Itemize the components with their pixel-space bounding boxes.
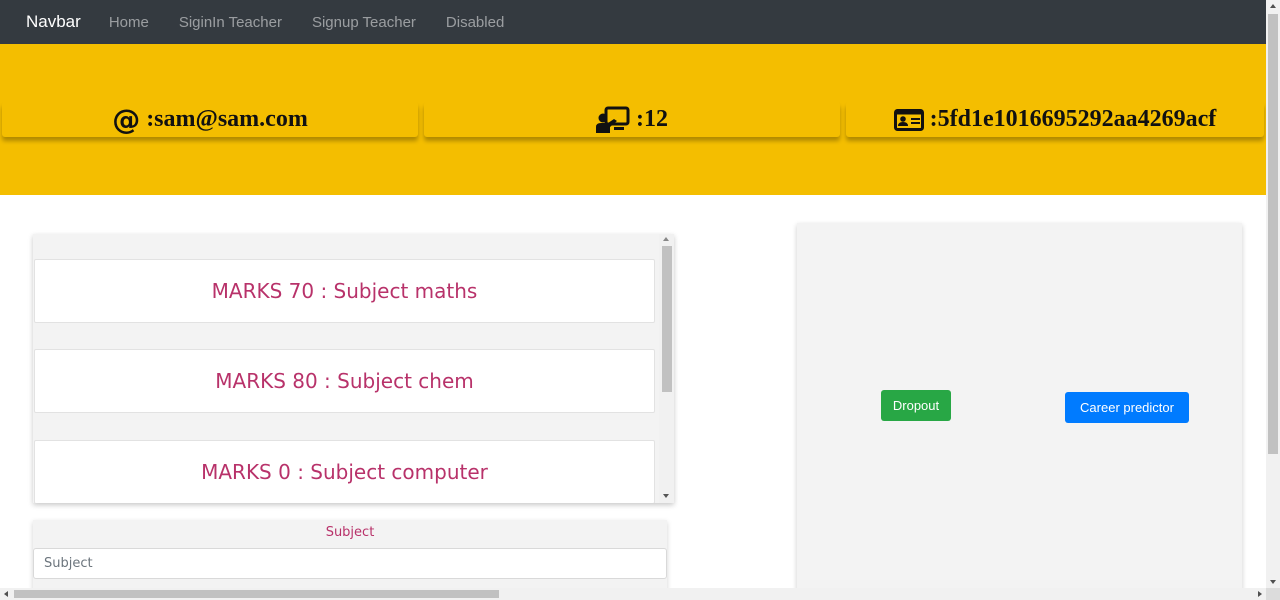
scroll-right-arrow-icon[interactable]	[1258, 591, 1262, 597]
nav-link-home[interactable]: Home	[109, 14, 149, 31]
action-panel: Dropout Career predictor	[797, 223, 1242, 588]
marks-item-text: MARKS 0 : Subject computer	[201, 460, 488, 484]
marks-item-computer[interactable]: MARKS 0 : Subject computer	[34, 440, 655, 503]
subject-input[interactable]	[33, 548, 667, 579]
scroll-up-arrow-icon[interactable]	[663, 237, 669, 241]
window-horizontal-scrollbar[interactable]	[0, 588, 1266, 600]
scroll-down-arrow-icon[interactable]	[1270, 580, 1276, 584]
marks-item-text: MARKS 80 : Subject chem	[215, 369, 474, 393]
email-value: :sam@sam.com	[146, 106, 308, 132]
at-sign-icon: @	[112, 103, 141, 136]
navbar: Navbar Home SiginIn Teacher Signup Teach…	[0, 0, 1266, 44]
nav-link-signup-teacher[interactable]: Signup Teacher	[312, 14, 416, 31]
scroll-up-arrow-icon[interactable]	[1270, 4, 1276, 8]
count-card: :12	[424, 102, 840, 137]
nav-link-signin-teacher[interactable]: SiginIn Teacher	[179, 14, 282, 31]
count-value: :12	[636, 106, 668, 132]
marks-item-maths[interactable]: MARKS 70 : Subject maths	[34, 259, 655, 323]
id-value: :5fd1e1016695292aa4269acf	[929, 106, 1217, 132]
dropout-button[interactable]: Dropout	[881, 390, 951, 421]
marks-item-chem[interactable]: MARKS 80 : Subject chem	[34, 349, 655, 413]
scrollbar-corner	[1266, 588, 1280, 600]
nav-link-disabled: Disabled	[445, 13, 505, 31]
profile-banner: @ :sam@sam.com :12:5fd1e1016695292aa426…	[0, 44, 1266, 195]
id-card-icon	[893, 108, 924, 131]
marks-item-text: MARKS 70 : Subject maths	[211, 279, 478, 303]
subject-form: Subject	[33, 520, 667, 588]
marks-list-scroll-thumb[interactable]	[662, 246, 672, 392]
scroll-left-arrow-icon[interactable]	[4, 591, 8, 597]
window-vertical-scroll-thumb[interactable]	[1268, 14, 1278, 454]
window-horizontal-scroll-thumb[interactable]	[14, 590, 499, 598]
scroll-down-arrow-icon[interactable]	[663, 494, 669, 498]
window-vertical-scrollbar[interactable]	[1266, 0, 1280, 588]
marks-list[interactable]: MARKS 70 : Subject maths MARKS 80 : Subj…	[33, 234, 674, 503]
chalkboard-teacher-icon	[596, 106, 630, 134]
email-card: @ :sam@sam.com	[2, 102, 418, 137]
marks-list-scrollbar[interactable]	[659, 234, 674, 503]
subject-label: Subject	[325, 525, 375, 540]
navbar-brand[interactable]: Navbar	[26, 12, 81, 32]
career-predictor-button[interactable]: Career predictor	[1065, 392, 1189, 423]
page-viewport: Navbar Home SiginIn Teacher Signup Teach…	[0, 0, 1266, 588]
id-card: :5fd1e1016695292aa4269acf	[846, 102, 1264, 137]
